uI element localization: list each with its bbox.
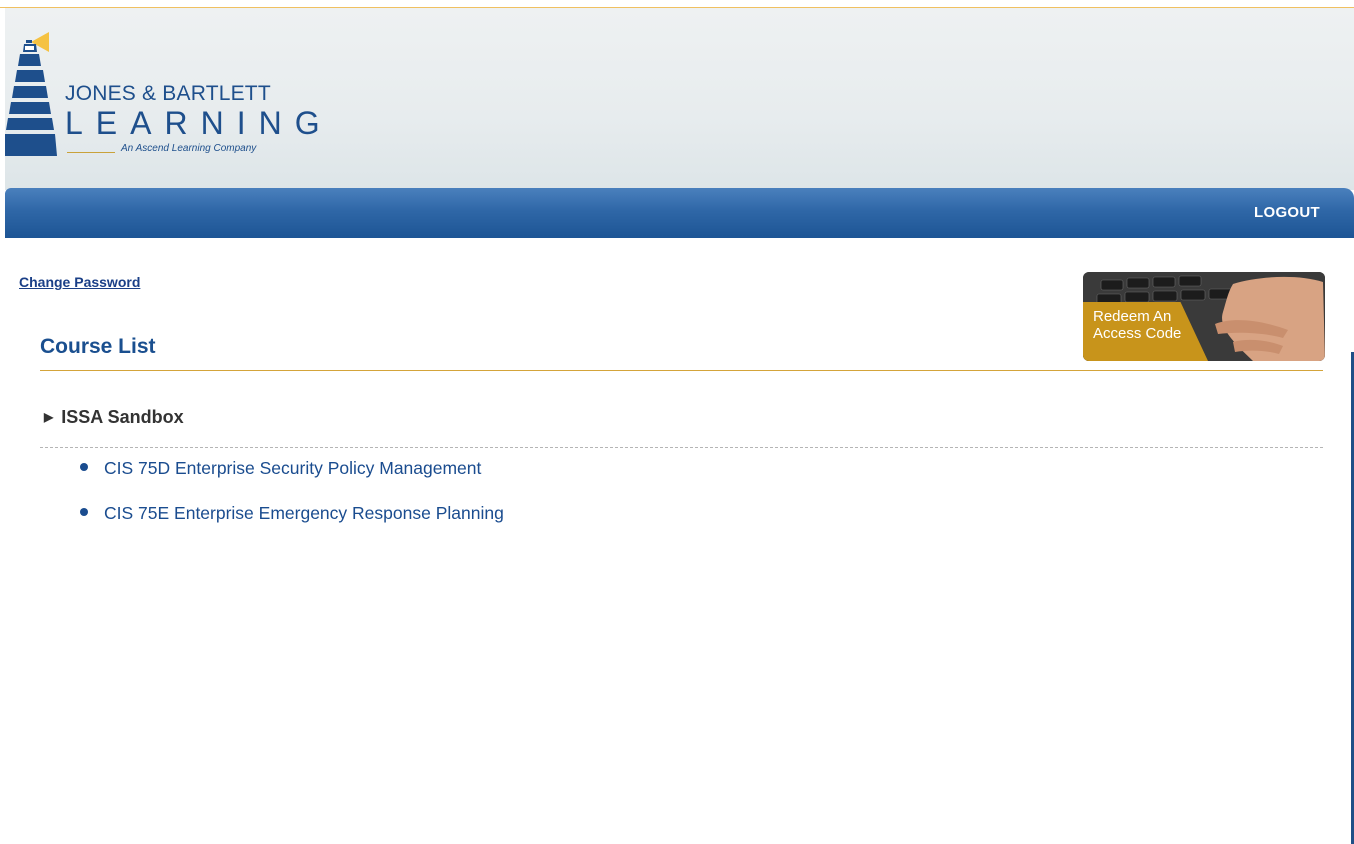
logout-button[interactable]: LOGOUT <box>1254 204 1320 221</box>
redeem-access-code-label: Redeem An Access Code <box>1093 308 1182 342</box>
brand-tagline: An Ascend Learning Company <box>121 143 257 154</box>
brand-tagline-rule <box>67 152 115 153</box>
course-link[interactable]: CIS 75D Enterprise Security Policy Manag… <box>80 458 481 479</box>
brand-name-line2: LEARNING <box>65 105 333 141</box>
site-header: JONES & BARTLETT LEARNING An Ascend Lear… <box>5 8 1354 190</box>
redeem-access-code-banner[interactable]: Redeem An Access Code <box>1083 272 1325 361</box>
bullet-icon <box>80 463 88 471</box>
course-group-name: ISSA Sandbox <box>61 407 184 427</box>
course-list-title: Course List <box>40 335 156 358</box>
company-logo[interactable]: JONES & BARTLETT LEARNING An Ascend Lear… <box>5 30 320 160</box>
course-link-label: CIS 75D Enterprise Security Policy Manag… <box>104 458 482 478</box>
lighthouse-icon <box>5 32 57 156</box>
expand-arrow-icon: ▶ <box>44 410 54 424</box>
course-link-label: CIS 75E Enterprise Emergency Response Pl… <box>104 503 504 523</box>
change-password-link[interactable]: Change Password <box>19 274 140 290</box>
course-list-divider <box>40 370 1323 371</box>
course-group-toggle[interactable]: ▶ ISSA Sandbox <box>44 407 184 428</box>
group-dashed-divider <box>40 447 1323 448</box>
main-navbar: LOGOUT <box>5 188 1354 238</box>
bullet-icon <box>80 508 88 516</box>
brand-name-line1: JONES & BARTLETT <box>65 82 271 105</box>
course-link[interactable]: CIS 75E Enterprise Emergency Response Pl… <box>80 503 504 524</box>
